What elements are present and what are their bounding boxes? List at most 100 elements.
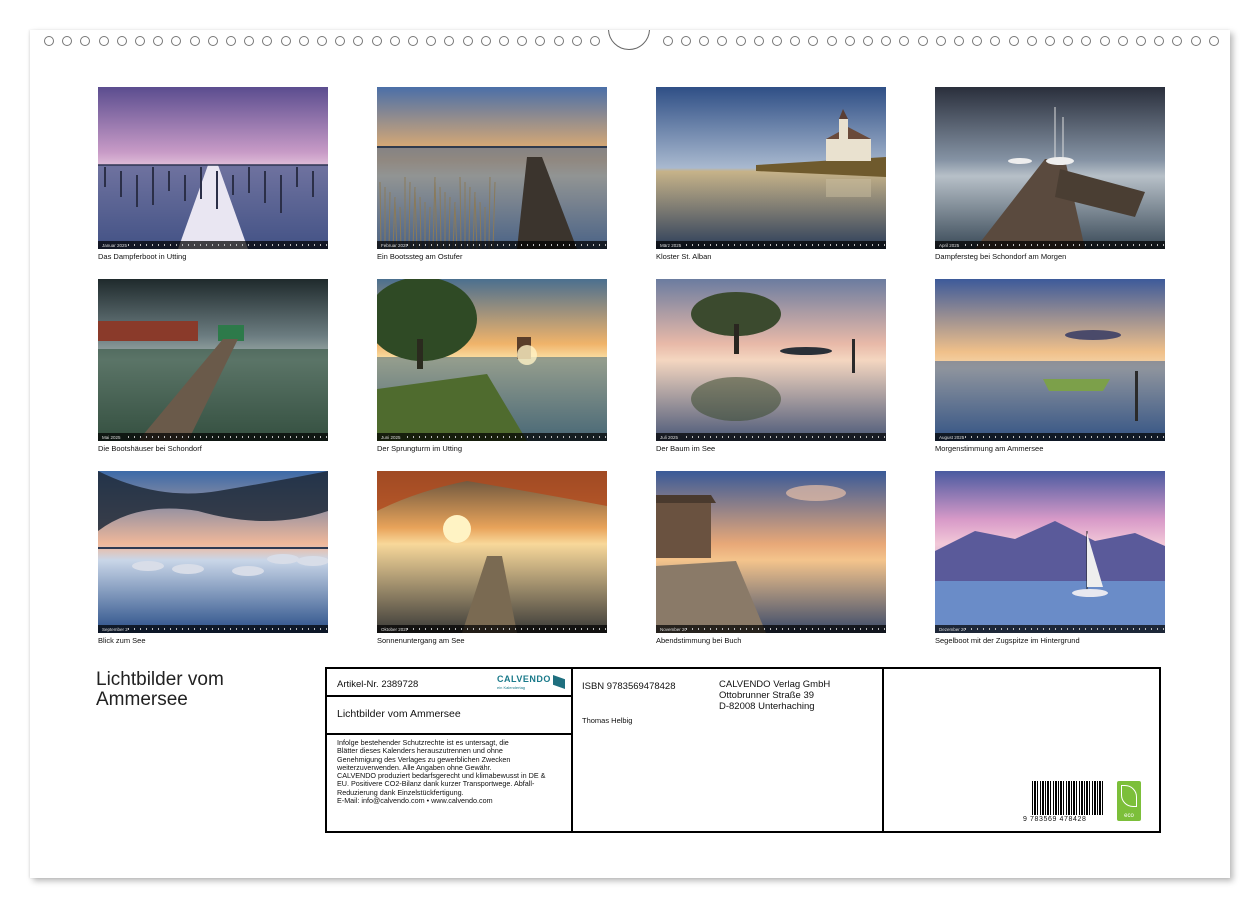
article-number: Artikel-Nr. 2389728 bbox=[337, 679, 419, 690]
calendar-strip: Mai 2025 bbox=[98, 433, 328, 441]
photo-illustration bbox=[377, 279, 607, 441]
binding-ring bbox=[1063, 36, 1074, 46]
photo-caption: Blick zum See bbox=[98, 636, 146, 645]
calendar-strip: Dezember 2025 bbox=[935, 625, 1165, 633]
month-label: August 2025 bbox=[939, 434, 965, 440]
calvendo-logo: CALVENDO ein Kalendertag bbox=[497, 674, 565, 692]
binding-ring bbox=[1099, 36, 1110, 46]
isbn: ISBN 9783569478428 bbox=[582, 681, 676, 692]
photo-tile: November 2025 Abendstimmung bei Buch bbox=[656, 471, 886, 645]
photo-illustration bbox=[377, 471, 607, 633]
binding-ring bbox=[153, 36, 164, 46]
photo-illustration bbox=[935, 87, 1165, 249]
photo-caption: Abendstimmung bei Buch bbox=[656, 636, 742, 645]
binding-ring bbox=[371, 36, 382, 46]
binding-ring bbox=[935, 36, 946, 46]
photo-illustration bbox=[656, 279, 886, 441]
month-photo: Juli 2025 bbox=[656, 279, 886, 441]
binding-ring bbox=[226, 36, 236, 46]
calendar-strip: Oktober 2025 bbox=[377, 625, 607, 633]
photo-caption: Sonnenuntergang am See bbox=[377, 636, 465, 645]
photo-tile: Februar 2025 Ein Bootssteg am Ostufer bbox=[377, 87, 607, 261]
month-photo: November 2025 bbox=[656, 471, 886, 633]
eco-label: eco bbox=[1124, 813, 1134, 819]
binding-ring bbox=[171, 36, 182, 46]
photo-caption: Der Sprungturm im Utting bbox=[377, 444, 463, 453]
photo-tile: April 2025 Dampfersteg bei Schondorf am M… bbox=[935, 87, 1165, 261]
photo-illustration bbox=[98, 279, 328, 441]
leaf-icon bbox=[1121, 785, 1137, 807]
product-title: Lichtbilder vom Ammersee bbox=[337, 708, 461, 720]
binding-ring bbox=[280, 36, 291, 46]
barcode-number: 9 783569 478428 bbox=[1023, 816, 1087, 823]
month-photo: April 2025 bbox=[935, 87, 1165, 249]
month-label: März 2025 bbox=[660, 242, 682, 248]
photo-tile: Dezember 2025 Segelboot mit der Zugspitze… bbox=[935, 471, 1165, 645]
binding-ring bbox=[826, 36, 837, 46]
hanger-notch bbox=[608, 30, 650, 50]
day-ticks bbox=[686, 244, 886, 246]
photo-caption: Die Bootshäuser bei Schondorf bbox=[98, 444, 202, 453]
month-photo: Dezember 2025 bbox=[935, 471, 1165, 633]
day-ticks bbox=[407, 628, 607, 630]
calendar-back-page: Januar 2025 Das Dampferboot in Utting Feb… bbox=[30, 30, 1230, 878]
binding-ring bbox=[1172, 36, 1183, 46]
binding-ring bbox=[717, 36, 728, 46]
month-photo: März 2025 bbox=[656, 87, 886, 249]
brand-subline: ein Kalendertag bbox=[497, 685, 526, 690]
photo-caption: Das Dampferboot in Utting bbox=[98, 252, 187, 261]
binding-ring bbox=[135, 36, 145, 46]
month-label: Februar 2025 bbox=[381, 242, 407, 248]
binding-ring bbox=[499, 36, 509, 46]
day-ticks bbox=[128, 244, 328, 246]
calendar-strip: August 2025 bbox=[935, 433, 1165, 441]
photo-tile: Januar 2025 Das Dampferboot in Utting bbox=[98, 87, 328, 261]
day-ticks bbox=[965, 244, 1165, 246]
binding-ring bbox=[553, 36, 564, 46]
binding-ring bbox=[98, 36, 109, 46]
day-ticks bbox=[407, 244, 607, 246]
binding-ring bbox=[662, 36, 673, 46]
photo-tile: März 2025 Kloster St. Alban bbox=[656, 87, 886, 261]
calendar-strip: November 2025 bbox=[656, 625, 886, 633]
month-photo: August 2025 bbox=[935, 279, 1165, 441]
month-label: Januar 2025 bbox=[102, 242, 128, 248]
photo-caption: Ein Bootssteg am Ostufer bbox=[377, 252, 463, 261]
binding-ring bbox=[681, 36, 691, 46]
month-photo: Mai 2025 bbox=[98, 279, 328, 441]
binding-ring bbox=[80, 36, 91, 46]
binding-ring bbox=[262, 36, 273, 46]
binding-ring bbox=[972, 36, 983, 46]
month-photo: Oktober 2025 bbox=[377, 471, 607, 633]
day-ticks bbox=[686, 628, 886, 630]
day-ticks bbox=[128, 436, 328, 438]
binding-ring bbox=[1081, 36, 1092, 46]
binding-ring bbox=[808, 36, 819, 46]
day-ticks bbox=[965, 436, 1165, 438]
eco-badge-icon: eco bbox=[1117, 781, 1141, 821]
binding-ring bbox=[790, 36, 801, 46]
day-ticks bbox=[128, 628, 328, 630]
binding-ring bbox=[881, 36, 892, 46]
month-label: Dezember 2025 bbox=[939, 626, 965, 632]
photo-illustration bbox=[98, 471, 328, 633]
binding-ring bbox=[753, 36, 764, 46]
binding-ring bbox=[353, 36, 364, 46]
photo-caption: Der Baum im See bbox=[656, 444, 716, 453]
binding-ring bbox=[899, 36, 910, 46]
photo-tile: Mai 2025 Die Bootshäuser bei Schondorf bbox=[98, 279, 328, 453]
binding-ring bbox=[954, 36, 964, 46]
binding-ring bbox=[244, 36, 255, 46]
binding-ring bbox=[1008, 36, 1019, 46]
binding-ring bbox=[62, 36, 73, 46]
month-label: Juni 2025 bbox=[381, 434, 401, 440]
photo-illustration bbox=[656, 471, 886, 633]
binding-ring bbox=[207, 36, 218, 46]
binding-ring bbox=[389, 36, 400, 46]
calendar-strip: Februar 2025 bbox=[377, 241, 607, 249]
day-ticks bbox=[407, 436, 607, 438]
calendar-strip: Januar 2025 bbox=[98, 241, 328, 249]
month-photo: Juni 2025 bbox=[377, 279, 607, 441]
binding-ring bbox=[1045, 36, 1055, 46]
binding-ring bbox=[116, 36, 127, 46]
